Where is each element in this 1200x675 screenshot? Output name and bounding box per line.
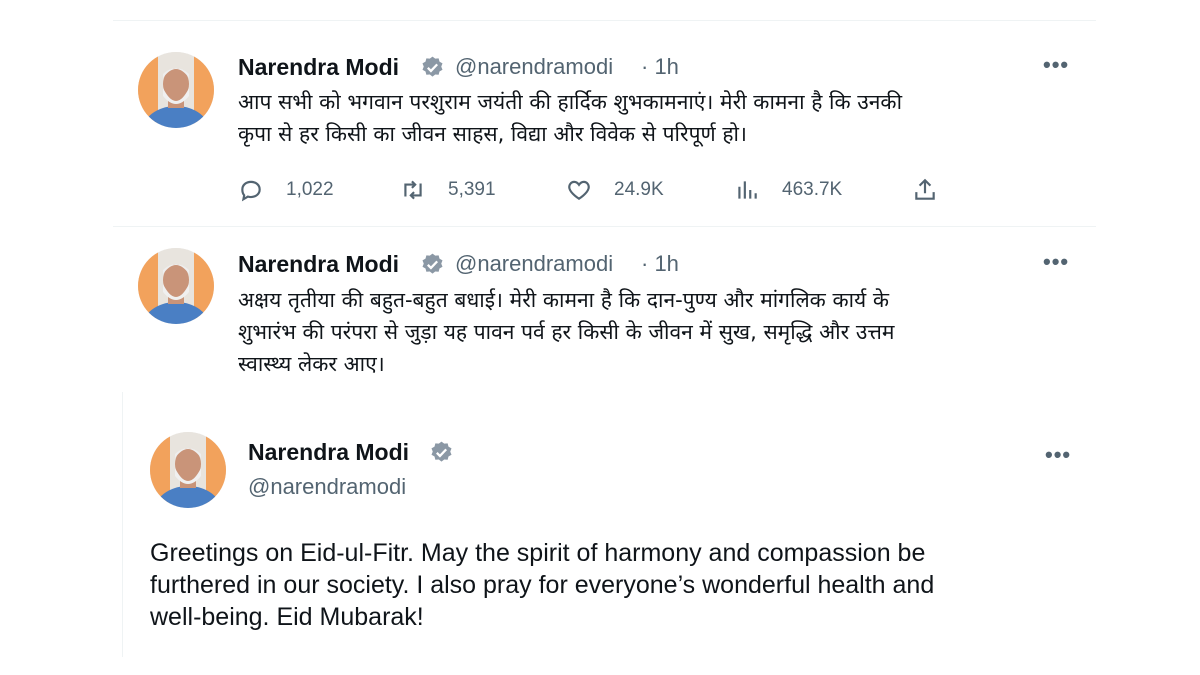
share-icon (915, 178, 935, 200)
verified-badge-icon (422, 253, 443, 274)
retweet-icon (404, 180, 422, 200)
verified-badge-icon (422, 56, 443, 77)
retweet-button[interactable]: 5,391 (400, 175, 496, 205)
author-name[interactable]: Narendra Modi (248, 439, 409, 466)
tweet-time[interactable]: · 1h (641, 54, 679, 80)
views-button[interactable]: 463.7K (734, 175, 842, 205)
tweet-actions: 1,022 5,391 24.9K 463.7K (238, 175, 958, 205)
tweet-text-line: शुभारंभ की परंपरा से जुड़ा यह पावन पर्व … (238, 320, 895, 344)
tweet-eid[interactable]: Narendra Modi @narendramodi ••• Greeting… (123, 392, 1100, 657)
tweet-time[interactable]: · 1h (641, 251, 679, 277)
like-count: 24.9K (614, 179, 664, 200)
tweet-text-line: कृपा से हर किसी का जीवन साहस, विद्या और … (238, 122, 747, 146)
avatar[interactable] (138, 52, 214, 128)
author-handle[interactable]: @narendramodi (455, 251, 613, 277)
reply-count: 1,022 (286, 179, 334, 200)
views-count: 463.7K (782, 179, 843, 200)
more-icon[interactable]: ••• (1043, 52, 1069, 78)
tweet-text: अक्षय तृतीया की बहुत-बहुत बधाई। मेरी काम… (238, 284, 894, 380)
avatar[interactable] (138, 248, 214, 324)
tweet-text-line: आप सभी को भगवान परशुराम जयंती की हार्दिक… (238, 90, 903, 114)
like-button[interactable]: 24.9K (566, 175, 664, 205)
avatar[interactable] (150, 432, 226, 508)
tweet-text-line: अक्षय तृतीया की बहुत-बहुत बधाई। मेरी काम… (238, 288, 890, 312)
author-handle[interactable]: @narendramodi (455, 54, 613, 80)
views-icon (738, 181, 757, 199)
tweet-text: Greetings on Eid-ul-Fitr. May the spirit… (150, 537, 934, 633)
reply-button[interactable]: 1,022 (238, 175, 334, 205)
share-button[interactable] (912, 175, 938, 205)
tweet-text-line: Greetings on Eid-ul-Fitr. May the spirit… (150, 539, 926, 567)
tweet-text: आप सभी को भगवान परशुराम जयंती की हार्दिक… (238, 86, 902, 150)
tweet-akshaya-tritiya[interactable]: Narendra Modi @narendramodi · 1h ••• अक्… (0, 226, 1200, 392)
tweet-text-line: well-being. Eid Mubarak! (150, 603, 424, 631)
author-name[interactable]: Narendra Modi (238, 251, 399, 278)
author-name[interactable]: Narendra Modi (238, 54, 399, 81)
verified-badge-icon (431, 441, 452, 462)
author-handle[interactable]: @narendramodi (248, 474, 406, 500)
reply-icon (241, 180, 261, 202)
tweet-text-line: स्वास्थ्य लेकर आए। (238, 352, 385, 376)
like-icon (568, 180, 590, 200)
more-icon[interactable]: ••• (1043, 249, 1069, 275)
tweet-parshuram[interactable]: Narendra Modi @narendramodi · 1h ••• आप … (0, 0, 1200, 226)
retweet-count: 5,391 (448, 179, 496, 200)
tweet-text-line: furthered in our society. I also pray fo… (150, 571, 935, 599)
more-icon[interactable]: ••• (1045, 442, 1071, 468)
